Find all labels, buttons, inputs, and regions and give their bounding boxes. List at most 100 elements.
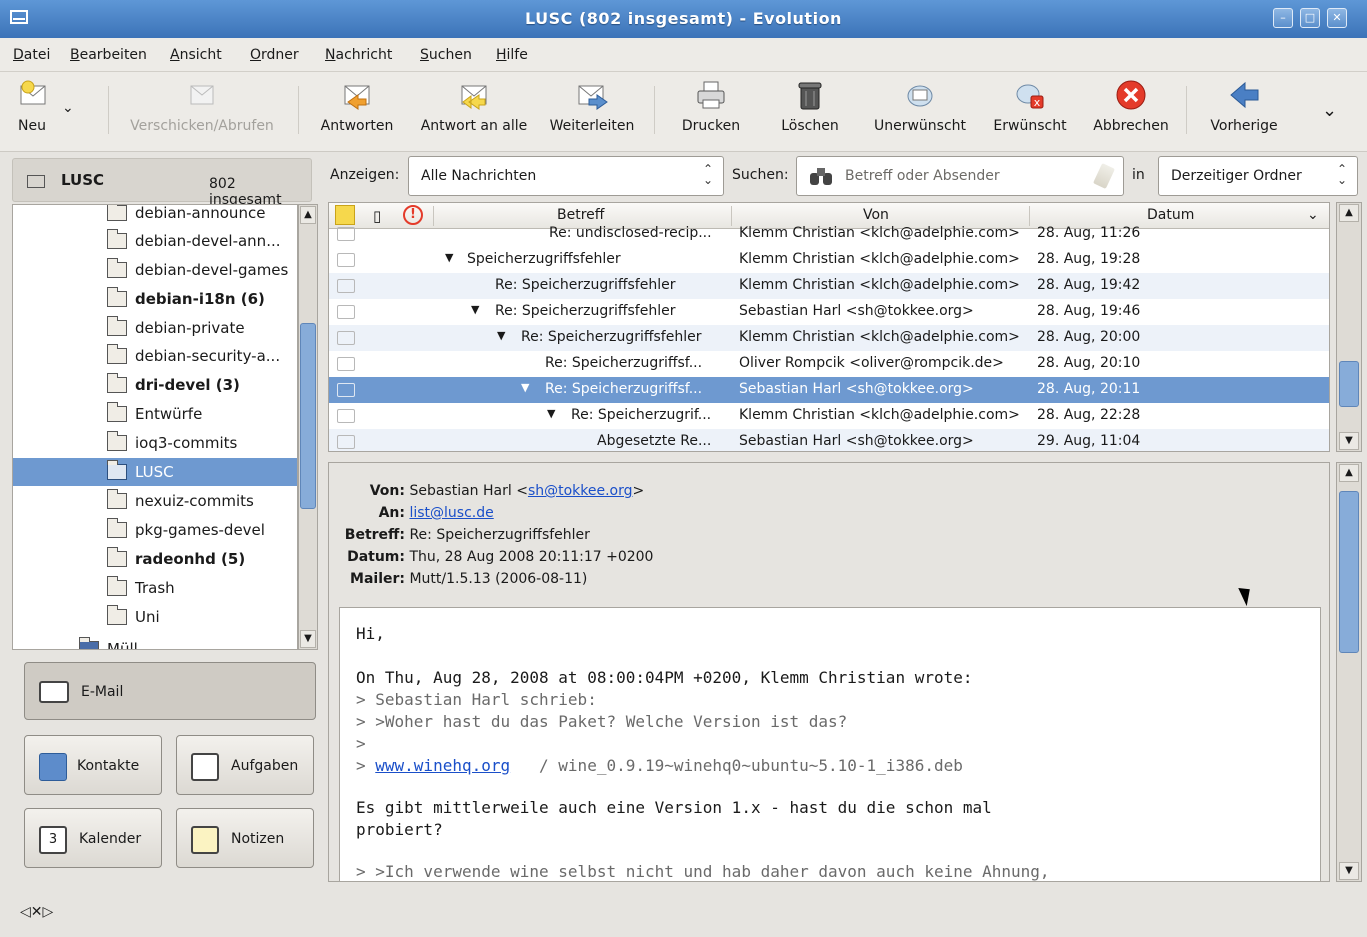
binoculars-icon[interactable] [809, 165, 833, 187]
scroll-up-arrow-icon[interactable]: ▲ [300, 206, 316, 224]
message-row[interactable]: ▼ Re: Speicherzugrif... Klemm Christian … [329, 403, 1329, 429]
folder-tree-scrollbar[interactable]: ▲ ▼ [298, 204, 318, 650]
search-scope-combo[interactable]: Derzeitiger Ordner ⌃ ⌄ [1158, 156, 1358, 196]
folder-item[interactable]: debian-devel-ann... [13, 227, 297, 255]
print-button[interactable]: Drucken [674, 78, 748, 146]
minimize-button[interactable]: – [1273, 8, 1293, 28]
message-row[interactable]: Re: Speicherzugriffsf... Oliver Rompcik … [329, 351, 1329, 377]
thread-expanded-icon[interactable]: ▼ [471, 303, 479, 316]
thread-expanded-icon[interactable]: ▼ [547, 407, 555, 420]
cancel-button[interactable]: Abbrechen [1086, 78, 1176, 146]
menu-suchen[interactable]: Suchen [420, 47, 472, 63]
menu-bearbeiten[interactable]: Bearbeiten [70, 47, 147, 63]
menu-ordner[interactable]: Ordner [250, 47, 299, 63]
menu-ansicht[interactable]: Ansicht [170, 47, 222, 63]
message-row[interactable]: ▼ Re: Speicherzugriffsfehler Sebastian H… [329, 299, 1329, 325]
window-title: LUSC (802 insgesamt) - Evolution [525, 9, 842, 28]
thread-expanded-icon[interactable]: ▼ [521, 381, 529, 394]
new-message-icon [20, 80, 46, 105]
folder-item[interactable]: ioq3-commits [13, 429, 297, 457]
junk-button[interactable]: Unerwünscht [866, 78, 974, 146]
folder-item[interactable]: dri-devel (3) [13, 371, 297, 399]
message-row[interactable]: Abgesetzte Re... Sebastian Harl <sh@tokk… [329, 429, 1329, 451]
send-receive-button[interactable]: Verschicken/Abrufen [122, 78, 282, 146]
folder-item[interactable]: Trash [13, 574, 297, 602]
offline-status-icon[interactable]: ◁✕▷ [20, 904, 53, 920]
read-status-icon [337, 279, 355, 293]
search-label: Suchen: [732, 167, 789, 183]
winehq-link[interactable]: www.winehq.org [375, 756, 510, 775]
scroll-down-arrow-icon[interactable]: ▼ [1339, 862, 1359, 880]
scroll-up-arrow-icon[interactable]: ▲ [1339, 204, 1359, 222]
folder-item[interactable]: nexuiz-commits [13, 487, 297, 515]
folder-icon [107, 229, 127, 249]
scroll-up-arrow-icon[interactable]: ▲ [1339, 464, 1359, 482]
toolbar-overflow-chevron-icon[interactable]: ⌄ [1322, 100, 1337, 121]
folder-item[interactable]: Entwürfe [13, 400, 297, 428]
folder-item[interactable]: pkg-games-devel [13, 516, 297, 544]
message-row[interactable]: Re: Speicherzugriffsfehler Klemm Christi… [329, 273, 1329, 299]
header-to: An: list@lusc.de [378, 505, 494, 521]
show-filter-combo[interactable]: Alle Nachrichten ⌃ ⌄ [408, 156, 724, 196]
reply-button[interactable]: Antworten [312, 78, 402, 146]
message-row[interactable]: Re: undisclosed-recip... Klemm Christian… [329, 221, 1329, 247]
folder-item[interactable]: radeonhd (5) [13, 545, 297, 573]
scrollbar-thumb[interactable] [1339, 361, 1359, 407]
folder-item[interactable]: Uni [13, 603, 297, 631]
scroll-down-arrow-icon[interactable]: ▼ [1339, 432, 1359, 450]
search-field[interactable]: Betreff oder Absender [796, 156, 1124, 196]
message-body[interactable]: Hi, On Thu, Aug 28, 2008 at 08:00:04PM +… [339, 607, 1321, 881]
calendar-icon: 3 [39, 826, 67, 854]
not-junk-icon: x [1016, 84, 1044, 109]
folder-item[interactable]: debian-security-a... [13, 342, 297, 370]
close-window-button[interactable]: ✕ [1327, 8, 1347, 28]
message-row[interactable]: ▼ Re: Speicherzugriffsfehler Klemm Chris… [329, 325, 1329, 351]
toolbar-separator [654, 86, 655, 134]
thread-expanded-icon[interactable]: ▼ [497, 329, 505, 342]
previous-button[interactable]: Vorherige [1204, 78, 1284, 146]
to-email-link[interactable]: list@lusc.de [409, 505, 493, 521]
folder-item[interactable]: debian-private [13, 314, 297, 342]
notes-switcher-button[interactable]: Notizen [176, 808, 314, 868]
reply-all-button[interactable]: Antwort an alle [414, 78, 534, 146]
folder-icon [107, 518, 127, 538]
menu-datei[interactable]: Datei [13, 47, 50, 63]
chevron-down-icon[interactable]: ⌄ [62, 100, 74, 116]
arrow-left-icon [1230, 81, 1259, 109]
thread-expanded-icon[interactable]: ▼ [445, 251, 453, 264]
scrollbar-thumb[interactable] [300, 323, 316, 509]
mail-switcher-button[interactable]: E-Mail [24, 662, 316, 720]
toolbar: Neu ⌄ Verschicken/Abrufen Antworten Antw… [0, 72, 1367, 152]
contacts-switcher-button[interactable]: Kontakte [24, 735, 162, 795]
read-status-icon [337, 435, 355, 449]
menu-hilfe[interactable]: Hilfe [496, 47, 528, 63]
combo-arrows-icon: ⌃ ⌄ [1336, 162, 1348, 187]
message-list-scrollbar[interactable]: ▲ ▼ [1336, 202, 1362, 452]
clear-search-broom-icon[interactable] [1093, 163, 1115, 189]
scrollbar-thumb[interactable] [1339, 491, 1359, 653]
menu-nachricht[interactable]: Nachricht [325, 47, 392, 63]
message-list: ▯ ! Betreff Von Datum ⌄ Re: undisclosed-… [328, 202, 1330, 452]
maximize-button[interactable]: □ [1300, 8, 1320, 28]
reply-icon [344, 85, 370, 110]
scroll-down-arrow-icon[interactable]: ▼ [300, 630, 316, 648]
folder-item[interactable]: debian-announce [13, 205, 297, 227]
from-email-link[interactable]: sh@tokkee.org [528, 483, 633, 499]
printer-icon [697, 81, 725, 109]
folder-item[interactable]: debian-i18n (6) [13, 285, 297, 313]
message-row[interactable]: ▼ Speicherzugriffsfehler Klemm Christian… [329, 247, 1329, 273]
calendar-switcher-button[interactable]: 3 Kalender [24, 808, 162, 868]
header-subject: Betreff: Re: Speicherzugriffsfehler [344, 527, 590, 543]
folder-item-selected[interactable]: LUSC [13, 458, 297, 486]
delete-button[interactable]: Löschen [772, 78, 848, 146]
status-bar: ◁✕▷ [0, 888, 1367, 937]
read-status-icon [337, 305, 355, 319]
preview-scrollbar[interactable]: ▲ ▼ [1336, 462, 1362, 882]
folder-item[interactable]: Müll [13, 635, 297, 649]
forward-button[interactable]: Weiterleiten [544, 78, 640, 146]
not-junk-button[interactable]: x Erwünscht [986, 78, 1074, 146]
tasks-switcher-button[interactable]: Aufgaben [176, 735, 314, 795]
message-row-selected[interactable]: ▼ Re: Speicherzugriffsf... Sebastian Har… [329, 377, 1329, 403]
new-button[interactable]: Neu ⌄ [18, 78, 88, 146]
folder-item[interactable]: debian-devel-games [13, 256, 297, 284]
